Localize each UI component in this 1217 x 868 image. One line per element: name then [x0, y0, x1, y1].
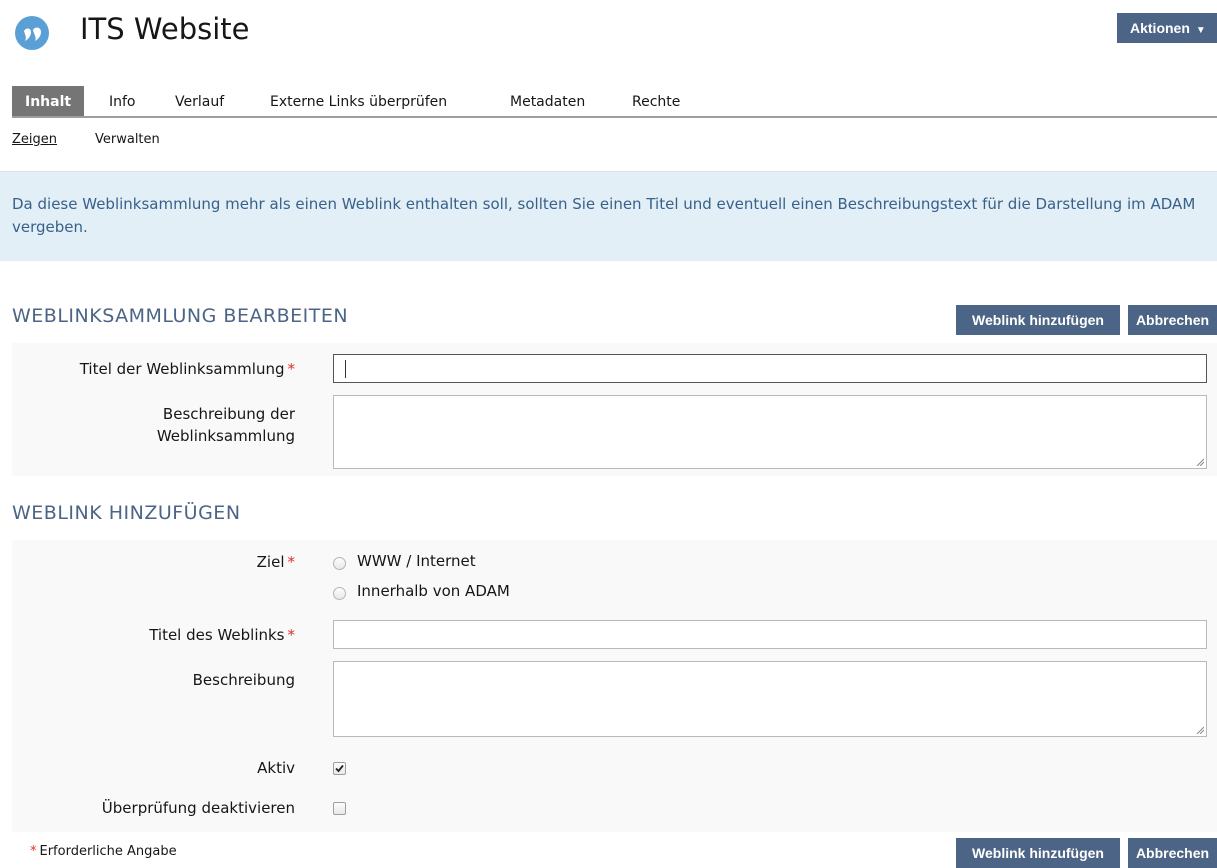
- section-title-add: WEBLINK HINZUFÜGEN: [12, 502, 241, 524]
- target-option-www-label[interactable]: WWW / Internet: [357, 552, 476, 570]
- app-logo: [15, 16, 49, 50]
- link-description-textarea[interactable]: [333, 661, 1207, 737]
- active-checkbox[interactable]: [333, 762, 346, 775]
- add-weblink-button-bottom[interactable]: Weblink hinzufügen: [956, 838, 1120, 868]
- required-footnote: * Erforderliche Angabe: [30, 844, 177, 859]
- caret-down-icon: ▼: [1195, 25, 1206, 36]
- collection-description-label: Beschreibung der Weblinksammlung: [156, 405, 295, 445]
- collection-title-input[interactable]: [333, 354, 1207, 383]
- required-marker: *: [287, 360, 296, 378]
- text-cursor: [345, 360, 346, 378]
- disable-check-label: Überprüfung deaktivieren: [101, 799, 295, 817]
- target-option-adam-label[interactable]: Innerhalb von ADAM: [357, 582, 510, 600]
- actions-dropdown-button[interactable]: Aktionen ▼: [1117, 13, 1217, 43]
- target-radio-www[interactable]: [333, 557, 346, 570]
- required-marker: *: [287, 553, 296, 571]
- required-marker: *: [30, 844, 37, 859]
- subtab-verwalten[interactable]: Verwalten: [95, 132, 160, 147]
- active-label: Aktiv: [257, 759, 295, 777]
- cancel-button-bottom[interactable]: Abbrechen: [1128, 838, 1217, 868]
- page-title: ITS Website: [80, 12, 250, 46]
- section-title-edit: WEBLINKSAMMLUNG BEARBEITEN: [12, 305, 349, 327]
- add-weblink-button-top[interactable]: Weblink hinzufügen: [956, 305, 1120, 335]
- link-description-label: Beschreibung: [192, 671, 295, 689]
- logo-icon: [24, 27, 41, 41]
- required-marker: *: [287, 626, 296, 644]
- tab-rechte[interactable]: Rechte: [632, 86, 680, 116]
- target-radio-adam[interactable]: [333, 587, 346, 600]
- collection-title-label: Titel der Weblinksammlung *: [79, 360, 296, 378]
- disable-check-checkbox[interactable]: [333, 802, 346, 815]
- actions-label: Aktionen: [1130, 20, 1190, 36]
- tab-inhalt[interactable]: Inhalt: [12, 86, 85, 116]
- subtab-zeigen[interactable]: Zeigen: [12, 132, 57, 147]
- link-title-label: Titel des Weblinks *: [149, 626, 296, 644]
- tab-bar: Inhalt Info Verlauf Externe Links überpr…: [12, 86, 1217, 118]
- target-label: Ziel *: [256, 553, 296, 571]
- resize-grip-icon[interactable]: [1196, 726, 1204, 734]
- cancel-button-top[interactable]: Abbrechen: [1128, 305, 1217, 335]
- checkmark-icon: [335, 764, 344, 773]
- link-title-input[interactable]: [333, 620, 1207, 649]
- tab-metadaten[interactable]: Metadaten: [510, 86, 585, 116]
- tab-info[interactable]: Info: [109, 86, 136, 116]
- tab-verlauf[interactable]: Verlauf: [175, 86, 224, 116]
- collection-description-textarea[interactable]: [333, 395, 1207, 469]
- info-message-text: Da diese Weblinksammlung mehr als einen …: [12, 195, 1196, 236]
- resize-grip-icon[interactable]: [1196, 458, 1204, 466]
- tab-external-links[interactable]: Externe Links überprüfen: [270, 86, 447, 116]
